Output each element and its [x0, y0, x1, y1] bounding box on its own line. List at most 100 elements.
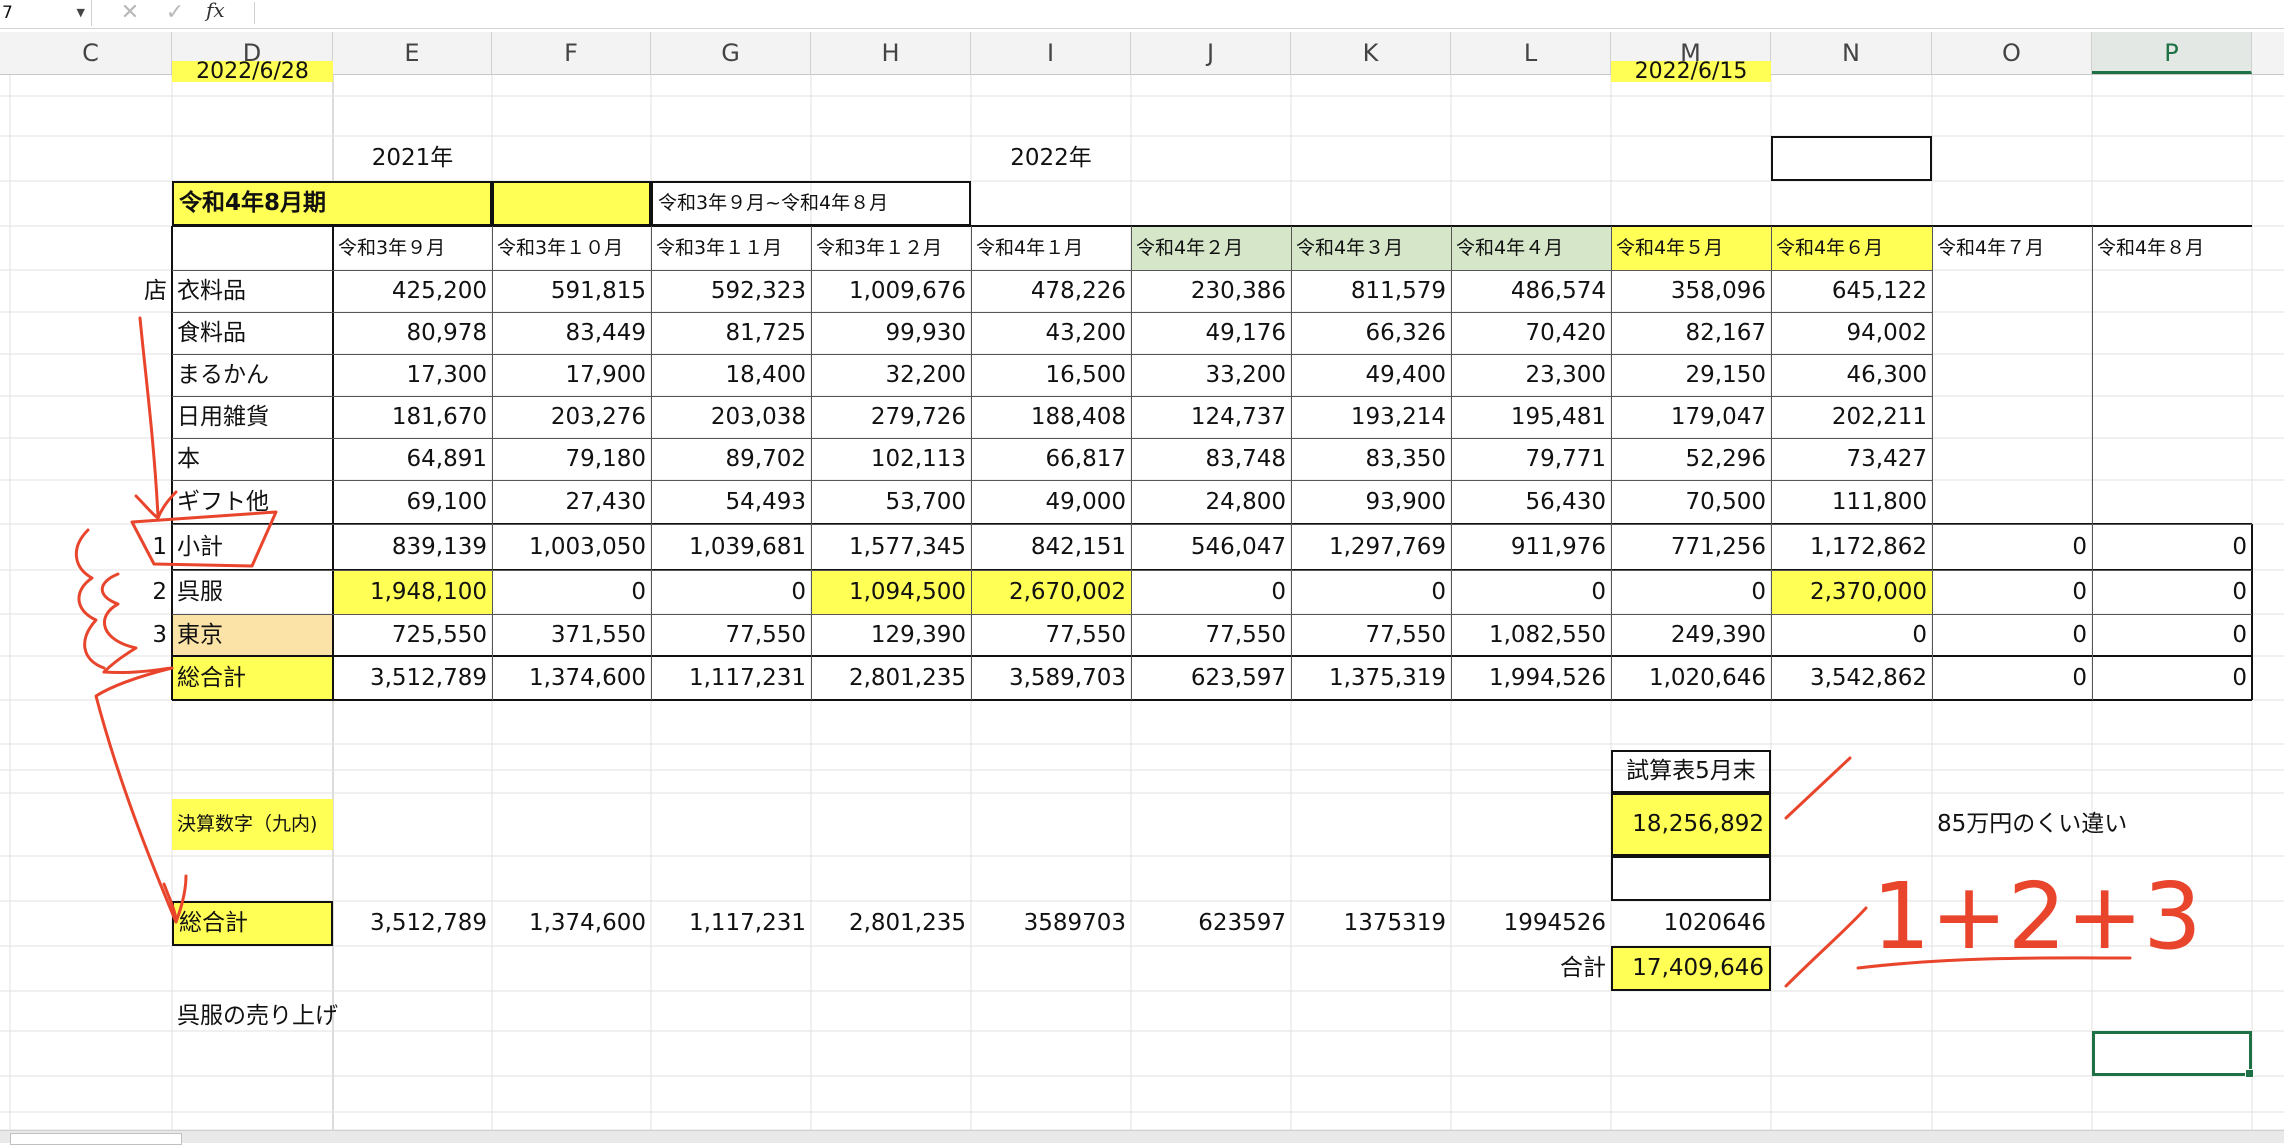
- category-value[interactable]: [1932, 438, 2092, 480]
- category-value[interactable]: [1932, 270, 2092, 312]
- category-value[interactable]: [1932, 480, 2092, 524]
- subtotal-value[interactable]: 546,047: [1131, 524, 1291, 570]
- category-value[interactable]: 93,900: [1291, 480, 1451, 524]
- subtotal-value[interactable]: 1,172,862: [1771, 524, 1932, 570]
- grand-total-value[interactable]: 0: [2092, 656, 2252, 700]
- settlement-label[interactable]: 決算数字（九内): [172, 799, 333, 850]
- category-value[interactable]: [1932, 312, 2092, 354]
- category-value[interactable]: 188,408: [971, 396, 1131, 438]
- selected-cell[interactable]: [2092, 1031, 2254, 1078]
- subtotal-value[interactable]: 371,550: [492, 614, 651, 656]
- category-value[interactable]: 193,214: [1291, 396, 1451, 438]
- subtotal-value[interactable]: 1,577,345: [811, 524, 971, 570]
- category-value[interactable]: 80,978: [333, 312, 492, 354]
- trial-balance-value[interactable]: 18,256,892: [1611, 793, 1771, 856]
- subtotal-value[interactable]: 1,297,769: [1291, 524, 1451, 570]
- trial-balance-empty[interactable]: [1611, 856, 1771, 901]
- grand-total-2-value[interactable]: 1375319: [1291, 901, 1451, 946]
- category-value[interactable]: 111,800: [1771, 480, 1932, 524]
- category-value[interactable]: 56,430: [1451, 480, 1611, 524]
- category-value[interactable]: 195,481: [1451, 396, 1611, 438]
- category-value[interactable]: 592,323: [651, 270, 811, 312]
- category-value[interactable]: 32,200: [811, 354, 971, 396]
- cell-year-2022[interactable]: 2022年: [971, 136, 1131, 181]
- subtotal-value[interactable]: 0: [2092, 614, 2252, 656]
- category-value[interactable]: 81,725: [651, 312, 811, 354]
- grand-total-value[interactable]: 1,994,526: [1451, 656, 1611, 700]
- subtotal-value[interactable]: 1,094,500: [811, 570, 971, 614]
- store-label[interactable]: 店: [10, 270, 172, 312]
- category-value[interactable]: 43,200: [971, 312, 1131, 354]
- category-value[interactable]: 82,167: [1611, 312, 1771, 354]
- category-value[interactable]: 94,002: [1771, 312, 1932, 354]
- subtotal-value[interactable]: 0: [2092, 570, 2252, 614]
- cell-n-empty-box[interactable]: [1771, 136, 1932, 181]
- category-value[interactable]: 73,427: [1771, 438, 1932, 480]
- grand-total-2-value[interactable]: 3,512,789: [333, 901, 492, 946]
- category-label[interactable]: まるかん: [172, 354, 333, 396]
- grand-total-value[interactable]: 3,512,789: [333, 656, 492, 700]
- subtotal-value[interactable]: 1,039,681: [651, 524, 811, 570]
- category-value[interactable]: [1932, 354, 2092, 396]
- category-value[interactable]: 66,817: [971, 438, 1131, 480]
- grand-total-label[interactable]: 総合計: [172, 656, 333, 700]
- category-value[interactable]: 18,400: [651, 354, 811, 396]
- cell-year-2021[interactable]: 2021年: [333, 136, 492, 181]
- subtotal-value[interactable]: 0: [1611, 570, 1771, 614]
- subtotal-value[interactable]: 0: [1932, 570, 2092, 614]
- grand-total-2-value[interactable]: 3589703: [971, 901, 1131, 946]
- trial-balance-label[interactable]: 試算表5月末: [1611, 750, 1771, 793]
- subtotal-value[interactable]: 1,948,100: [333, 570, 492, 614]
- category-label[interactable]: 日用雑貨: [172, 396, 333, 438]
- row-number[interactable]: 1: [10, 524, 172, 570]
- category-value[interactable]: 17,300: [333, 354, 492, 396]
- subtotal-value[interactable]: 771,256: [1611, 524, 1771, 570]
- subtotal-value[interactable]: 725,550: [333, 614, 492, 656]
- grand-total-value[interactable]: 3,589,703: [971, 656, 1131, 700]
- subtotal-value[interactable]: 0: [492, 570, 651, 614]
- category-value[interactable]: [2092, 438, 2252, 480]
- category-value[interactable]: 49,000: [971, 480, 1131, 524]
- month-header-10[interactable]: 令和4年６月: [1771, 226, 1932, 270]
- category-value[interactable]: 83,748: [1131, 438, 1291, 480]
- category-value[interactable]: 83,350: [1291, 438, 1451, 480]
- category-value[interactable]: 179,047: [1611, 396, 1771, 438]
- category-value[interactable]: 811,579: [1291, 270, 1451, 312]
- spreadsheet-grid[interactable]: 2022/6/28 2022/6/15 2021年 2022年 令和4年8月期 令和3年９…: [0, 60, 2284, 1142]
- category-value[interactable]: 99,930: [811, 312, 971, 354]
- subtotal-value[interactable]: 1,003,050: [492, 524, 651, 570]
- cancel-icon[interactable]: ✕: [115, 0, 145, 26]
- column-header-i[interactable]: I: [971, 32, 1131, 74]
- month-header-4[interactable]: 令和3年１２月: [811, 226, 971, 270]
- subtotal-value[interactable]: 77,550: [971, 614, 1131, 656]
- diff-note[interactable]: 85万円のくい違い: [1932, 793, 2252, 856]
- subtotal-label[interactable]: 東京: [172, 614, 333, 656]
- category-value[interactable]: 29,150: [1611, 354, 1771, 396]
- month-header-1[interactable]: 令和3年９月: [333, 226, 492, 270]
- grand-total-value[interactable]: 0: [1932, 656, 2092, 700]
- fill-handle[interactable]: [2245, 1069, 2254, 1078]
- column-header-n[interactable]: N: [1771, 32, 1932, 74]
- column-header-j[interactable]: J: [1131, 32, 1291, 74]
- category-value[interactable]: 33,200: [1131, 354, 1291, 396]
- column-header-e[interactable]: E: [333, 32, 492, 74]
- grand-total-value[interactable]: 1,374,600: [492, 656, 651, 700]
- subtotal-value[interactable]: 77,550: [1131, 614, 1291, 656]
- category-value[interactable]: [2092, 312, 2252, 354]
- category-value[interactable]: 52,296: [1611, 438, 1771, 480]
- category-value[interactable]: 66,326: [1291, 312, 1451, 354]
- category-value[interactable]: 230,386: [1131, 270, 1291, 312]
- category-label[interactable]: 衣料品: [172, 270, 333, 312]
- sheet-tab[interactable]: [10, 1133, 182, 1145]
- category-value[interactable]: [2092, 480, 2252, 524]
- grand-total-value[interactable]: 1,117,231: [651, 656, 811, 700]
- subtotal-value[interactable]: 911,976: [1451, 524, 1611, 570]
- category-value[interactable]: [2092, 270, 2252, 312]
- category-value[interactable]: 23,300: [1451, 354, 1611, 396]
- column-header-c[interactable]: C: [10, 32, 172, 74]
- category-value[interactable]: 69,100: [333, 480, 492, 524]
- grand-total-2-value[interactable]: 1994526: [1451, 901, 1611, 946]
- category-value[interactable]: [1932, 396, 2092, 438]
- grand-total-2-value[interactable]: 1,374,600: [492, 901, 651, 946]
- column-header-h[interactable]: H: [811, 32, 971, 74]
